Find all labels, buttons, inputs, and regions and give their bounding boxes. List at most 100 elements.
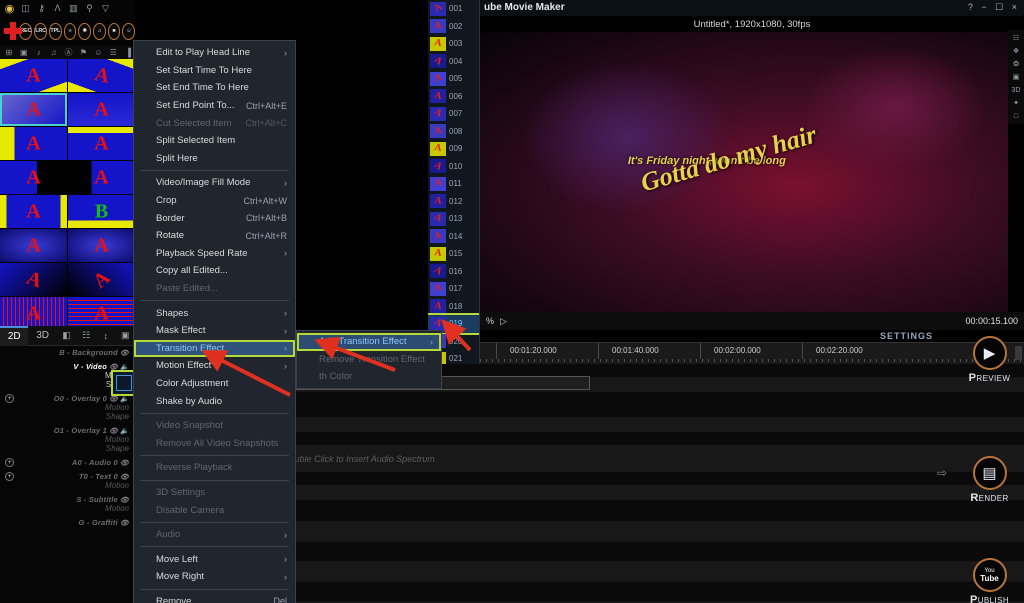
menu-item-shake-by-audio[interactable]: Shake by Audio [134, 392, 295, 410]
effect-row[interactable]: A 014 [428, 228, 479, 246]
effect-row[interactable]: A 016 [428, 263, 479, 281]
menu-item-transition-effect[interactable]: Transition Effect › [134, 339, 295, 358]
effect-row[interactable]: A 009 [428, 140, 479, 158]
shirt-icon[interactable]: ▽ [98, 1, 113, 15]
mute-speaker-icon[interactable]: 🔈 [120, 428, 129, 435]
particle-icon[interactable]: ✦ [1011, 98, 1022, 108]
track-sub-motion[interactable]: Motion [0, 403, 129, 412]
track-sub-motion[interactable]: Motion [0, 481, 129, 490]
visibility-eye-icon[interactable]: 👁 [109, 396, 118, 403]
search-icon[interactable]: ⚲ [82, 1, 97, 15]
menu-item-3d-settings[interactable]: 3D Settings [134, 484, 295, 502]
visibility-eye-icon[interactable]: 👁 [120, 474, 129, 481]
emoji-icon[interactable]: ☺ [91, 47, 105, 59]
track-row[interactable]: + T0 - Text 0 👁 Motion [0, 470, 135, 493]
effect-row[interactable]: A 005 [428, 70, 479, 88]
menu-item-cut-selected-item[interactable]: Cut Selected Item Ctrl+Alt+C [134, 114, 295, 132]
height-icon[interactable]: ↕ [96, 326, 116, 346]
grid-icon[interactable]: ☷ [76, 326, 96, 346]
contrast-button[interactable]: ■ [107, 22, 121, 40]
mute-speaker-icon[interactable]: 🔈 [120, 396, 129, 403]
timeline-ruler[interactable]: 00:01:20.000 00:01:40.000 00:02:00.000 00:0… [480, 342, 1024, 364]
settings-label[interactable]: SETTINGS [880, 331, 933, 341]
track-row[interactable]: O1 - Overlay 1 👁 🔈 Motion Shape [0, 424, 135, 456]
transition-thumbnail[interactable]: A [0, 229, 67, 262]
transition-thumbnail[interactable]: B [68, 195, 135, 228]
expand-track-icon[interactable]: + [5, 394, 14, 403]
menu-item-split-here[interactable]: Split Here [134, 150, 295, 168]
audio-button[interactable]: ♫ [92, 22, 106, 40]
video-preview[interactable]: It's Friday night, won't be long Gotta d… [480, 32, 1008, 312]
list-button[interactable]: ≡ [63, 22, 77, 40]
transition-thumbnail[interactable]: A [68, 263, 135, 296]
effect-row[interactable]: A 012 [428, 193, 479, 211]
visibility-eye-icon[interactable]: 👁 [120, 520, 129, 527]
effect-row[interactable]: A 018 [428, 298, 479, 316]
transition-thumbnail[interactable]: A [0, 161, 67, 194]
effect-row[interactable]: A 010 [428, 158, 479, 176]
menu-item-paste-edited[interactable]: Paste Edited... [134, 280, 295, 298]
menu-item-edit-to-play-head-line[interactable]: Edit to Play Head Line › [134, 44, 295, 62]
transition-effect-submenu[interactable]: Add Transition Effect › Remove Transition … [296, 330, 442, 389]
track-tab-3D[interactable]: 3D [28, 326, 56, 346]
audio-icon[interactable]: ♪ [32, 47, 46, 59]
align-icon[interactable]: ◧ [57, 326, 77, 346]
menu-item-border[interactable]: Border Ctrl+Alt+B [134, 209, 295, 227]
transition-thumbnail[interactable]: A [68, 229, 135, 262]
transition-thumbnail[interactable]: A [68, 93, 135, 126]
move-icon[interactable]: ✥ [1011, 46, 1022, 56]
effect-row[interactable]: A 013 [428, 210, 479, 228]
effect-row[interactable]: A 006 [428, 88, 479, 106]
menu-item-split-selected-item[interactable]: Split Selected Item [134, 132, 295, 150]
expand-track-icon[interactable]: + [5, 458, 14, 467]
square-icon[interactable]: □ [1011, 111, 1022, 121]
text-icon[interactable]: Ⓐ [62, 47, 76, 59]
menu-item-move-right[interactable]: Move Right › [134, 568, 295, 586]
effect-row[interactable]: A 008 [428, 123, 479, 141]
visibility-eye-icon[interactable]: 👁 [120, 350, 129, 357]
effect-row[interactable]: A 002 [428, 18, 479, 36]
track-sub-shape[interactable]: Shape [0, 380, 129, 389]
menu-item-rotate[interactable]: Rotate Ctrl+Alt+R [134, 227, 295, 245]
transition-thumbnail[interactable]: A [0, 93, 67, 126]
track-tab-2D[interactable]: 2D [0, 325, 29, 346]
preview-button[interactable]: ▶ PREVIEW [955, 336, 1024, 384]
menu-item-remove-all-video-snapshots[interactable]: Remove All Video Snapshots [134, 434, 295, 452]
camera-icon[interactable]: ▣ [17, 47, 31, 59]
visibility-eye-icon[interactable]: 👁 [120, 497, 129, 504]
context-menu[interactable]: Edit to Play Head Line › Set Start Time To… [133, 40, 296, 603]
grid-icon[interactable]: ⊞ [2, 47, 16, 59]
visibility-eye-icon[interactable]: 👁 [109, 428, 118, 435]
film-icon[interactable]: ☰ [106, 47, 120, 59]
menu-item-color-adjustment[interactable]: Color Adjustment [134, 375, 295, 393]
effect-row[interactable]: A 003 [428, 35, 479, 53]
menu-item-set-end-point-to[interactable]: Set End Point To... Ctrl+Alt+E [134, 97, 295, 115]
track-row[interactable]: B - Background 👁 [0, 346, 135, 360]
expand-track-icon[interactable]: + [5, 472, 14, 481]
submenu-item-th-color[interactable]: th Color [297, 368, 441, 386]
threed-icon[interactable]: 3D [1011, 85, 1022, 95]
menu-item-set-end-time-to-here[interactable]: Set End Time To Here [134, 79, 295, 97]
menu-item-set-start-time-to-here[interactable]: Set Start Time To Here [134, 62, 295, 80]
menu-item-video-image-fill-mode[interactable]: Video/Image Fill Mode › [134, 174, 295, 192]
menu-item-crop[interactable]: Crop Ctrl+Alt+W [134, 192, 295, 210]
transition-thumbnail[interactable]: A [68, 59, 135, 92]
effects-button[interactable]: ✸ [78, 22, 91, 40]
transition-thumbnail[interactable]: A [0, 127, 67, 160]
add-media-button[interactable] [3, 21, 23, 41]
play-icon[interactable]: ▷ [500, 316, 507, 327]
effect-row[interactable]: A 015 [428, 245, 479, 263]
menu-item-shapes[interactable]: Shapes › [134, 304, 295, 322]
menu-item-copy-all-edited[interactable]: Copy all Edited... [134, 262, 295, 280]
transition-thumbnail[interactable]: A [0, 263, 67, 296]
transition-thumbnail[interactable]: A [0, 195, 67, 228]
lyrics-button[interactable]: LRC [34, 22, 47, 40]
peak-icon[interactable]: Λ [50, 1, 65, 15]
book-icon[interactable]: ◫ [18, 1, 33, 15]
menu-item-video-snapshot[interactable]: Video Snapshot [134, 417, 295, 435]
track-sub-shape[interactable]: Shape [0, 444, 129, 453]
account-button[interactable]: ☺ [122, 22, 135, 40]
transition-thumbnail-grid[interactable]: AAAAAAAAABAAAAAA [0, 59, 135, 330]
rotate-icon[interactable]: ❂ [1011, 59, 1022, 69]
publish-button[interactable]: You Tube PUBLISH [955, 558, 1024, 603]
